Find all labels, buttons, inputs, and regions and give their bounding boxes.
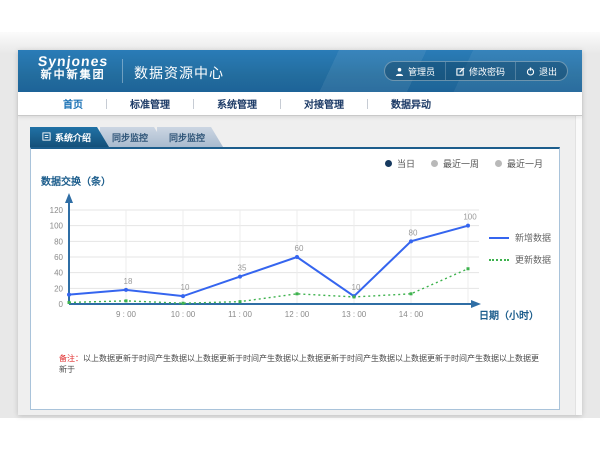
- svg-text:20: 20: [54, 284, 63, 293]
- svg-text:40: 40: [54, 269, 63, 278]
- tab-sync-monitor-1[interactable]: 同步监控: [100, 127, 166, 147]
- solid-line-icon: [489, 237, 509, 239]
- user-icon: [395, 67, 404, 76]
- logout-label: 退出: [539, 65, 557, 78]
- svg-text:100: 100: [50, 222, 64, 231]
- svg-text:60: 60: [54, 253, 63, 262]
- logo-brand-text: Synjones: [37, 54, 109, 69]
- header-user-toolbar: 管理员 修改密码 退出: [384, 61, 568, 81]
- tab-label: 系统介绍: [55, 131, 91, 144]
- main-navigation: 首页 标准管理 系统管理 对接管理 数据异动: [18, 92, 582, 116]
- svg-text:35: 35: [238, 264, 247, 273]
- company-logo: Synjones 新中新集团: [38, 54, 108, 81]
- svg-text:100: 100: [463, 213, 477, 222]
- edit-icon: [456, 67, 465, 76]
- change-password-button[interactable]: 修改密码: [445, 62, 515, 80]
- document-icon: [42, 132, 51, 143]
- logo-divider: [122, 59, 123, 83]
- nav-item-data-change[interactable]: 数据异动: [368, 96, 454, 111]
- app-window: Synjones 新中新集团 数据资源中心 管理员 修改密码: [18, 50, 582, 415]
- user-account-label: 管理员: [408, 65, 435, 78]
- nav-item-standard-management[interactable]: 标准管理: [107, 96, 193, 111]
- svg-text:13 : 00: 13 : 00: [342, 310, 367, 319]
- vertical-scrollbar[interactable]: [575, 116, 582, 415]
- svg-text:11 : 00: 11 : 00: [228, 310, 252, 319]
- footnote-label: 备注：: [59, 354, 83, 363]
- content-area: 系统介绍 同步监控 同步监控 当日 最近一周: [18, 116, 582, 415]
- tab-label: 同步监控: [169, 131, 205, 144]
- dotted-line-icon: [489, 259, 509, 261]
- logout-button[interactable]: 退出: [515, 62, 567, 80]
- app-header: Synjones 新中新集团 数据资源中心 管理员 修改密码: [18, 50, 582, 92]
- legend-label: 新增数据: [515, 231, 551, 244]
- footnote: 备注：以上数据更新于时间产生数据以上数据更新于时间产生数据以上数据更新于时间产生…: [59, 353, 545, 375]
- legend-item-new-data: 新增数据: [489, 231, 551, 244]
- footnote-text: 以上数据更新于时间产生数据以上数据更新于时间产生数据以上数据更新于时间产生数据以…: [59, 354, 539, 374]
- svg-text:10 : 00: 10 : 00: [171, 310, 196, 319]
- svg-text:80: 80: [409, 228, 418, 237]
- logo-company-name: 新中新集团: [38, 69, 108, 81]
- nav-item-system-management[interactable]: 系统管理: [194, 96, 280, 111]
- chart-panel: 当日 最近一周 最近一月 数据交换（条） 0204060801001209 : …: [30, 147, 560, 410]
- svg-text:18: 18: [124, 277, 133, 286]
- tab-label: 同步监控: [112, 131, 148, 144]
- nav-item-home[interactable]: 首页: [40, 96, 106, 111]
- legend-label: 更新数据: [515, 253, 551, 266]
- svg-text:日期（小时）: 日期（小时）: [479, 309, 539, 322]
- nav-item-interface-management[interactable]: 对接管理: [281, 96, 367, 111]
- svg-text:12 : 00: 12 : 00: [285, 310, 310, 319]
- power-icon: [526, 67, 535, 76]
- user-account-button[interactable]: 管理员: [385, 62, 445, 80]
- tab-sync-monitor-2[interactable]: 同步监控: [157, 127, 223, 147]
- page-title: 数据资源中心: [134, 63, 224, 83]
- legend-item-updated-data: 更新数据: [489, 253, 551, 266]
- svg-text:10: 10: [181, 283, 190, 292]
- tab-bar: 系统介绍 同步监控 同步监控: [30, 127, 214, 147]
- svg-text:9 : 00: 9 : 00: [116, 310, 137, 319]
- svg-text:120: 120: [50, 206, 64, 215]
- svg-text:0: 0: [59, 300, 64, 309]
- tab-system-intro[interactable]: 系统介绍: [30, 127, 109, 147]
- svg-text:60: 60: [295, 244, 304, 253]
- chart-legend: 新增数据 更新数据: [489, 231, 551, 266]
- svg-text:10: 10: [352, 283, 361, 292]
- svg-text:80: 80: [54, 237, 63, 246]
- change-password-label: 修改密码: [469, 65, 505, 78]
- svg-text:14 : 00: 14 : 00: [399, 310, 424, 319]
